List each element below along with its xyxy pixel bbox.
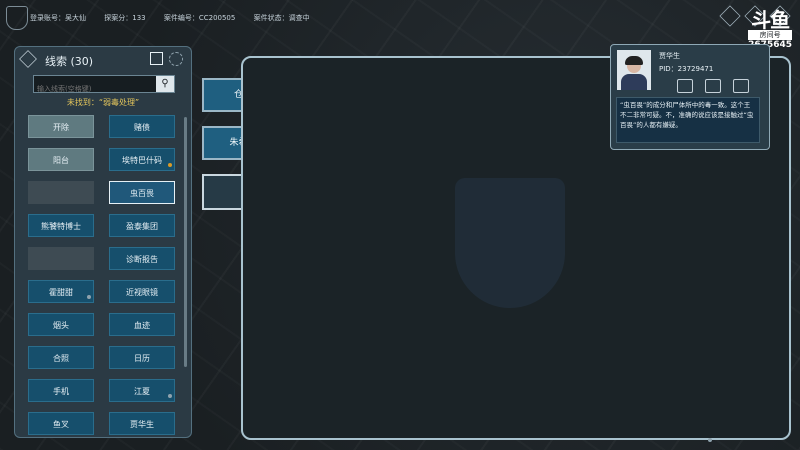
- clue-cell[interactable]: 合照: [28, 346, 94, 369]
- clue-cell[interactable]: 盈泰集团: [109, 214, 175, 237]
- clue-cell[interactable]: 诊断报告: [109, 247, 175, 270]
- map-icon[interactable]: [719, 5, 741, 27]
- clue-cell[interactable]: 霍甜甜: [28, 280, 94, 303]
- case-number-info: 案件编号：CC200505: [164, 14, 236, 22]
- score-label: 探案分：: [104, 14, 133, 22]
- clue-cell[interactable]: 烟头: [28, 313, 94, 336]
- clue-label: 贾华生: [130, 420, 154, 429]
- avatar-body: [621, 74, 647, 90]
- clue-label: 手机: [53, 387, 69, 396]
- clue-cell[interactable]: [28, 247, 94, 270]
- clue-label: 熊饕特博士: [41, 222, 81, 231]
- clue-label: 合照: [53, 354, 69, 363]
- case-status: 调查中: [288, 14, 310, 22]
- character-pid: PID：23729471: [659, 65, 714, 73]
- clue-board-icon: [19, 50, 37, 68]
- clue-label: 日历: [134, 354, 150, 363]
- clue-label: 赌债: [134, 123, 150, 132]
- account-value: 吴大仙: [65, 14, 86, 22]
- search-not-found-message: 未找到：“弱毒处理”: [66, 98, 140, 107]
- clue-label: 血迹: [134, 321, 150, 330]
- police-emblem-watermark: [455, 178, 565, 308]
- character-card: 贾华生 PID：23729471 “虫百畏”的成分和尸体所中的毒一致。这个王不二…: [610, 44, 770, 150]
- clue-cell[interactable]: [28, 181, 94, 204]
- clue-search-input[interactable]: [34, 82, 158, 96]
- character-name: 贾华生: [659, 52, 680, 60]
- clue-cell[interactable]: 熊饕特博士: [28, 214, 94, 237]
- clue-panel-header: 线索 (30): [15, 47, 191, 73]
- account-info: 登录账号：吴大仙: [30, 14, 86, 22]
- message-icon[interactable]: [677, 79, 693, 93]
- case-status-info: 案件状态：调查中: [254, 14, 310, 22]
- clue-cell[interactable]: 日历: [109, 346, 175, 369]
- score-value: 133: [132, 14, 146, 22]
- avatar: [617, 50, 651, 90]
- clue-label: 盈泰集团: [126, 222, 158, 231]
- pointer-dot: [708, 438, 712, 442]
- clue-scrollbar[interactable]: [184, 117, 187, 367]
- clue-cell[interactable]: 埃特巴什码: [109, 148, 175, 171]
- clue-label: 江夏: [134, 387, 150, 396]
- clue-search: ⚲: [33, 75, 175, 96]
- clue-label: 虫百畏: [130, 189, 154, 198]
- case-label: 案件编号：: [163, 14, 199, 22]
- clue-label: 霍甜甜: [49, 288, 73, 297]
- location-icon[interactable]: [705, 79, 721, 93]
- top-bar: 登录账号：吴大仙 探案分：133 案件编号：CC200505 案件状态：调查中 …: [0, 0, 800, 50]
- clue-label: 诊断报告: [126, 255, 158, 264]
- case-number: CC200505: [198, 14, 236, 22]
- clue-label: 近视眼镜: [126, 288, 158, 297]
- clue-cell[interactable]: 江夏: [109, 379, 175, 402]
- search-icon[interactable]: ⚲: [156, 76, 174, 92]
- character-actions: [677, 79, 749, 93]
- avatar-hair: [625, 56, 643, 65]
- clue-cell[interactable]: 血迹: [109, 313, 175, 336]
- clue-cell[interactable]: 赌债: [109, 115, 175, 138]
- clue-label: 埃特巴什码: [122, 156, 162, 165]
- filter-icon[interactable]: [169, 52, 183, 66]
- case-info: 登录账号：吴大仙 探案分：133 案件编号：CC200505 案件状态：调查中: [30, 13, 326, 23]
- clue-cell[interactable]: 虫百畏: [109, 181, 175, 204]
- pin-marker-icon: [168, 163, 172, 167]
- score-info: 探案分：133: [104, 14, 145, 22]
- douyu-logo: 斗鱼: [751, 8, 790, 32]
- clue-cell[interactable]: 手机: [28, 379, 94, 402]
- police-badge-icon[interactable]: [6, 6, 28, 30]
- clue-cell[interactable]: 贾华生: [109, 412, 175, 435]
- clue-cell[interactable]: 近视眼镜: [109, 280, 175, 303]
- copy-icon[interactable]: [150, 52, 163, 65]
- status-label: 案件状态：: [253, 14, 289, 22]
- character-description: “虫百畏”的成分和尸体所中的毒一致。这个王不二非常可疑。不，准确的说应该是接触过…: [616, 97, 760, 143]
- clue-panel-title: 线索 (30): [45, 55, 94, 68]
- clue-panel: 线索 (30) ⚲ 未找到：“弱毒处理” 开除 赌债阳台 埃特巴什码虫百畏熊饕特博士…: [14, 46, 192, 438]
- badge-icon[interactable]: [733, 79, 749, 93]
- clue-cell[interactable]: 开除: [28, 115, 94, 138]
- clue-label: 开除: [53, 123, 69, 132]
- dot-marker-icon: [87, 295, 91, 299]
- clue-label: 烟头: [53, 321, 69, 330]
- dot-marker-icon: [168, 394, 172, 398]
- clue-cell[interactable]: 鱼叉: [28, 412, 94, 435]
- clue-cell[interactable]: 阳台: [28, 148, 94, 171]
- clue-label: 阳台: [53, 156, 69, 165]
- account-label: 登录账号：: [30, 14, 65, 22]
- clue-label: 鱼叉: [53, 420, 69, 429]
